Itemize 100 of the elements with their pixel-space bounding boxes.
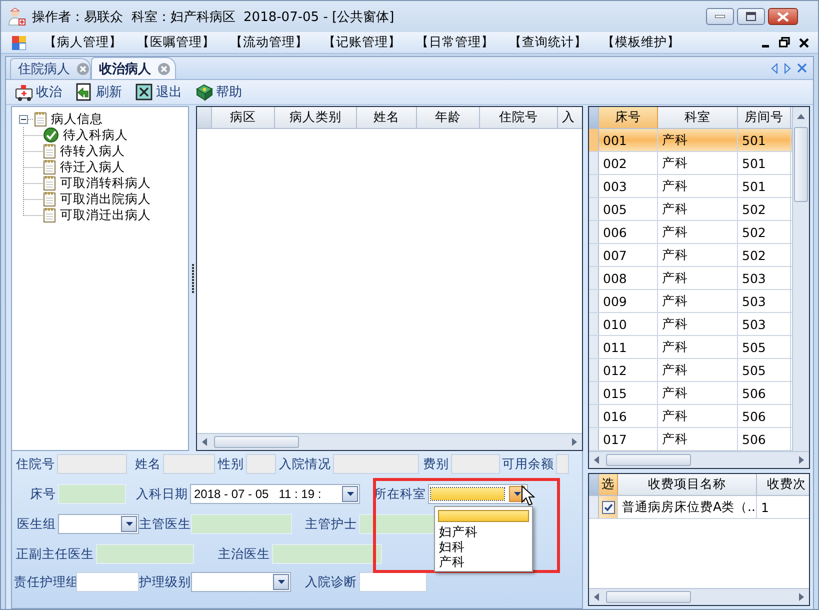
tree-item[interactable]: 待入科病人 [63,126,128,144]
input-field[interactable] [272,544,382,564]
column-header[interactable]: 入 [558,107,579,128]
toolbar-button[interactable]: 刷新 [73,81,124,103]
horizontal-scrollbar[interactable] [589,451,809,468]
toolbar-button[interactable]: 退出 [133,81,184,103]
tree-item[interactable]: 待转入病人 [60,142,125,160]
caret-icon[interactable] [278,580,284,584]
tree-item[interactable]: 可取消转科病人 [60,174,151,192]
column-header[interactable]: 科室 [658,107,738,128]
dropdown-field[interactable] [58,514,139,534]
input-field[interactable] [163,454,215,474]
field-label: 医生组 [16,516,57,532]
column-header[interactable]: 收费次 [757,474,809,495]
maximize-button[interactable] [737,8,765,25]
close-icon[interactable] [799,38,809,48]
field-label: 住院号 [15,456,56,472]
input-field[interactable] [359,572,427,592]
column-header[interactable]: 选 [599,474,618,495]
field-label: 护理级别 [139,574,191,590]
input-field[interactable] [556,454,569,474]
blank-option[interactable] [438,510,529,522]
field-label: 入院情况 [278,456,332,472]
tab[interactable]: 住院病人 [10,58,91,79]
input-field[interactable] [96,544,194,564]
input-field[interactable] [57,454,127,474]
caret-icon[interactable] [346,492,354,496]
vertical-scrollbar[interactable] [792,107,809,451]
maximize-icon [746,12,756,21]
table-row[interactable]: 012 产科 505 [589,359,792,382]
input-field[interactable] [333,454,419,474]
scroll-left-icon[interactable] [771,62,778,74]
caret-icon[interactable] [126,522,132,526]
dropdown-option[interactable]: 妇科 [436,539,531,554]
table-row[interactable]: 015 产科 506 [589,382,792,405]
table-row[interactable]: 005 产科 502 [589,198,792,221]
column-header[interactable]: 房间号 [738,107,791,128]
menu-item[interactable]: 【记账管理】 [323,34,416,51]
toolbar-button[interactable]: 帮助 [193,81,244,103]
column-header[interactable]: 病人类别 [275,107,357,128]
column-header[interactable]: 收费项目名称 [618,474,757,495]
tree-item[interactable]: 病人信息 [51,110,103,128]
tree-item[interactable]: 待迁入病人 [60,158,125,176]
date-time-field[interactable]: 2018 - 07 - 05 11 : 19 : [190,484,360,504]
window-title: 操作者：易联众 科室：妇产科病区 2018-07-05 - [公共窗体] [32,8,394,26]
checkbox[interactable] [602,500,614,514]
input-field[interactable] [246,454,276,474]
nurse-icon [8,8,26,26]
input-field[interactable] [451,454,500,474]
horizontal-scrollbar[interactable] [589,588,809,605]
input-field[interactable] [76,572,139,592]
table-row[interactable]: 010 产科 503 [589,313,792,336]
close-button[interactable] [768,8,798,25]
table-row[interactable]: 008 产科 503 [589,267,792,290]
table-row[interactable]: 017 产科 506 [589,428,792,451]
dropdown-field[interactable] [428,484,528,504]
dropdown-field[interactable] [191,572,291,592]
tree-item[interactable]: 可取消出院病人 [60,190,151,208]
minimize-button[interactable] [706,8,734,25]
menu-item[interactable]: 【病人管理】 [44,34,137,51]
splitter-handle[interactable] [190,264,194,294]
scroll-right-icon[interactable] [784,62,791,74]
table-row[interactable]: 001 产科 501 [589,129,792,152]
table-row[interactable]: 003 产科 501 [589,175,792,198]
tree-item[interactable]: 可取消迁出病人 [60,206,151,224]
caret-icon[interactable] [514,492,520,496]
tab[interactable]: 收治病人 [91,57,176,79]
column-header[interactable]: 年龄 [417,107,480,128]
column-header[interactable]: 床号 [599,107,658,128]
menu-item[interactable]: 【医嘱管理】 [137,34,230,51]
table-row[interactable]: 011 产科 505 [589,336,792,359]
column-header[interactable]: 住院号 [480,107,558,128]
toolbar-button[interactable]: 收治 [13,81,64,103]
field-label: 主管护士 [304,516,358,532]
input-field[interactable] [191,514,292,534]
collapse-icon[interactable] [19,114,28,124]
field-label: 入科日期 [135,486,189,502]
table-cell: 1 [757,496,809,518]
dropdown-option[interactable]: 产科 [436,554,531,569]
menu-item[interactable]: 【模板维护】 [602,34,695,51]
dropdown-option[interactable]: 妇产科 [436,524,531,539]
menu-item[interactable]: 【查询统计】 [509,34,602,51]
menu-item[interactable]: 【日常管理】 [416,34,509,51]
menu-item[interactable]: 【流动管理】 [230,34,323,51]
table-row[interactable]: 009 产科 503 [589,290,792,313]
table-row[interactable]: 016 产科 506 [589,405,792,428]
horizontal-scrollbar[interactable] [197,433,582,450]
input-field[interactable] [58,484,126,504]
field-label: 主治医生 [217,546,271,562]
table-row[interactable]: 007 产科 502 [589,244,792,267]
minimize-icon [715,15,725,18]
app-menu-icon[interactable] [12,36,26,50]
field-label: 主管医生 [139,516,191,532]
column-header[interactable]: 姓名 [357,107,417,128]
ambulance-icon [15,83,33,101]
restore-icon[interactable] [779,37,790,48]
column-header[interactable]: 病区 [212,107,275,128]
table-row[interactable]: 002 产科 501 [589,152,792,175]
table-row[interactable]: 006 产科 502 [589,221,792,244]
field-label: 入院诊断 [304,574,358,590]
